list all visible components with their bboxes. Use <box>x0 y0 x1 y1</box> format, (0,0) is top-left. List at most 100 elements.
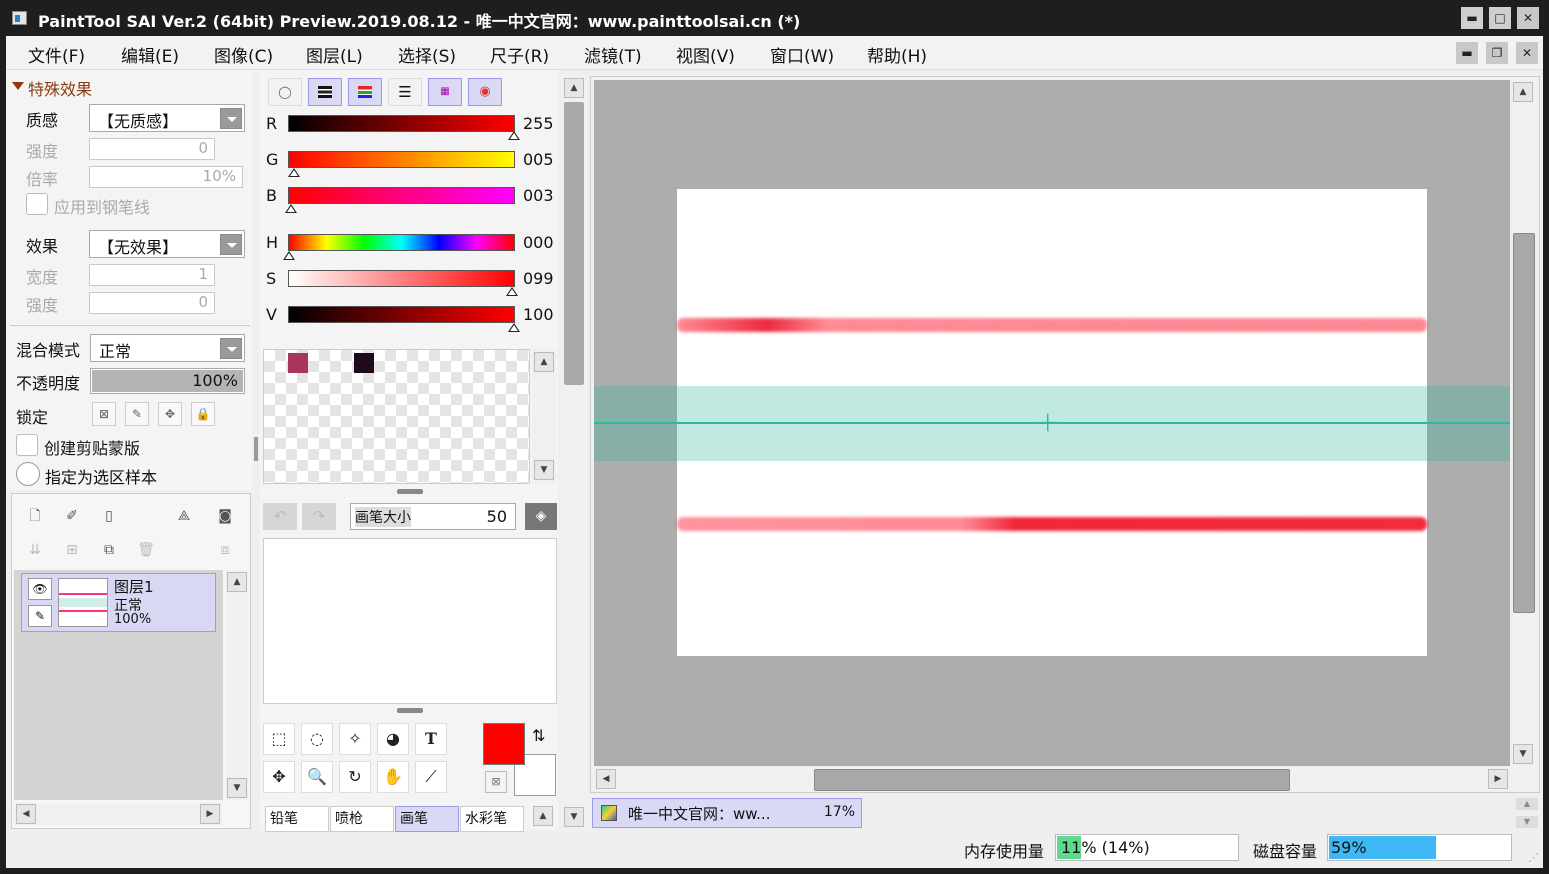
scroll-right-icon[interactable]: ▶ <box>200 804 220 824</box>
scroll-left-icon[interactable]: ◀ <box>16 804 36 824</box>
width-field[interactable]: 1 <box>89 264 215 286</box>
brush-settings-icon[interactable]: ◈ <box>525 503 557 530</box>
zoom-tool-icon[interactable]: 🔍 <box>301 761 333 793</box>
hand-tool-icon[interactable]: ✋ <box>377 761 409 793</box>
g-marker-icon[interactable] <box>287 168 300 177</box>
close-button[interactable]: ✕ <box>1517 7 1539 29</box>
r-slider[interactable] <box>288 115 515 132</box>
scroll-up-icon[interactable]: ▲ <box>227 572 247 592</box>
swatch[interactable] <box>288 353 308 373</box>
swap-colors-icon[interactable]: ⇅ <box>532 726 545 745</box>
opacity-slider[interactable]: 100% <box>90 368 245 394</box>
lock-all-icon[interactable]: 🔒 <box>191 402 215 426</box>
swatch-scrollbar[interactable]: ▲ ▼ <box>532 349 556 484</box>
rotate-tool-icon[interactable]: ↻ <box>339 761 371 793</box>
eye-icon[interactable]: 👁 <box>28 578 52 600</box>
scroll-thumb[interactable] <box>1513 233 1535 613</box>
mdi-restore-button[interactable]: ❐ <box>1486 42 1508 64</box>
h-slider[interactable] <box>288 234 515 251</box>
rect-select-tool-icon[interactable]: ⬚ <box>263 723 295 755</box>
layer-hscrollbar[interactable]: ◀ ▶ <box>14 803 222 825</box>
s-marker-icon[interactable] <box>505 287 518 296</box>
menu-file[interactable]: 文件(F) <box>28 42 85 67</box>
g-slider[interactable] <box>288 151 515 168</box>
splitter-handle[interactable] <box>397 489 423 494</box>
scratchpad-icon[interactable]: ◉ <box>468 78 502 106</box>
effect-dropdown[interactable]: 【无效果】 <box>89 230 245 258</box>
canvas-vscrollbar[interactable]: ▲ ▼ <box>1512 80 1536 766</box>
undo-icon[interactable]: ↶ <box>263 503 297 530</box>
tool-tab-airbrush[interactable]: 喷枪 <box>330 806 394 832</box>
menu-window[interactable]: 窗口(W) <box>770 42 834 67</box>
h-marker-icon[interactable] <box>283 251 295 260</box>
scroll-up-icon[interactable]: ▲ <box>534 352 554 372</box>
resize-grip-icon[interactable]: ⋰ <box>1528 851 1539 864</box>
tab-scroll-down-icon[interactable]: ▼ <box>1516 816 1538 828</box>
tool-tab-watercolor[interactable]: 水彩笔 <box>460 806 524 832</box>
layer-scrollbar[interactable]: ▲ ▼ <box>226 570 248 800</box>
mdi-close-button[interactable]: ✕ <box>1516 42 1538 64</box>
primary-color-swatch[interactable] <box>483 723 525 765</box>
scroll-left-icon[interactable]: ◀ <box>596 769 616 789</box>
scroll-up-icon[interactable]: ▲ <box>533 806 553 826</box>
scroll-down-icon[interactable]: ▼ <box>227 778 247 798</box>
scroll-thumb[interactable] <box>564 102 584 385</box>
color-wheel-icon[interactable]: ○ <box>268 78 302 106</box>
swatch[interactable] <box>354 353 374 373</box>
mdi-minimize-button[interactable]: ▬ <box>1456 42 1478 64</box>
scroll-down-icon[interactable]: ▼ <box>534 460 554 480</box>
texture-dropdown[interactable]: 【无质感】 <box>89 104 245 132</box>
panel-splitter[interactable] <box>254 437 258 461</box>
strength2-field[interactable]: 0 <box>89 292 215 314</box>
b-marker-icon[interactable] <box>285 204 298 213</box>
lock-transparency-icon[interactable]: ⊠ <box>92 402 116 426</box>
magic-wand-tool-icon[interactable]: ✧ <box>339 723 371 755</box>
panel-scrollbar[interactable]: ▲ ▼ <box>562 76 586 830</box>
document-tab[interactable]: 唯一中文官网：ww... 17% <box>592 798 862 828</box>
minimize-button[interactable]: ▬ <box>1461 7 1483 29</box>
hsv-slider-icon[interactable] <box>348 78 382 106</box>
scroll-down-icon[interactable]: ▼ <box>1513 744 1533 764</box>
clear-layer-icon[interactable]: ⧉ <box>97 538 121 562</box>
text-tool-icon[interactable]: T <box>415 723 447 755</box>
b-slider[interactable] <box>288 187 515 204</box>
new-layer-folder-icon[interactable]: ▯ <box>97 504 121 528</box>
collapse-triangle-icon[interactable] <box>12 82 24 90</box>
selection-sample-radio[interactable] <box>16 462 40 486</box>
scroll-up-icon[interactable]: ▲ <box>1513 82 1533 102</box>
redo-icon[interactable]: ↷ <box>302 503 336 530</box>
apply-pen-checkbox[interactable] <box>26 193 48 215</box>
lasso-tool-icon[interactable]: ◌ <box>301 723 333 755</box>
splitter-handle[interactable] <box>397 708 423 713</box>
menu-edit[interactable]: 编辑(E) <box>121 42 179 67</box>
menu-image[interactable]: 图像(C) <box>214 42 273 67</box>
scroll-right-icon[interactable]: ▶ <box>1488 769 1508 789</box>
menu-help[interactable]: 帮助(H) <box>867 42 927 67</box>
clip-mask-checkbox[interactable] <box>16 434 38 456</box>
brush-size-field[interactable]: 画笔大小 50 <box>350 503 516 530</box>
vector-layer-icon[interactable]: ⟁ <box>172 504 196 528</box>
menu-view[interactable]: 视图(V) <box>676 42 735 67</box>
move-tool-icon[interactable]: ✥ <box>263 761 295 793</box>
menu-select[interactable]: 选择(S) <box>398 42 456 67</box>
mixer-icon[interactable]: ☰ <box>388 78 422 106</box>
transfer-icon[interactable]: ⧈ <box>213 538 237 562</box>
scroll-up-icon[interactable]: ▲ <box>564 78 584 98</box>
swatches-icon[interactable]: ▦ <box>428 78 462 106</box>
canvas-hscrollbar[interactable]: ◀ ▶ <box>594 768 1510 792</box>
delete-layer-icon[interactable]: 🗑 <box>134 538 158 562</box>
mask-icon[interactable]: ◙ <box>213 504 237 528</box>
pencil-icon[interactable]: ✎ <box>28 605 52 627</box>
new-linework-layer-icon[interactable]: ✐ <box>60 504 84 528</box>
rgb-slider-icon[interactable] <box>308 78 342 106</box>
strength-field[interactable]: 0 <box>89 138 215 160</box>
s-slider[interactable] <box>288 270 515 287</box>
merge-down-icon[interactable]: ⇊ <box>23 538 47 562</box>
tool-tab-brush[interactable]: 画笔 <box>395 806 459 832</box>
blend-mode-dropdown[interactable]: 正常 <box>90 334 245 362</box>
layer-item[interactable]: 👁 ✎ 图层1 正常 100% <box>21 573 216 632</box>
shape-tool-icon[interactable]: ◕ <box>377 723 409 755</box>
tab-scroll-up-icon[interactable]: ▲ <box>1516 798 1538 810</box>
transparent-color-icon[interactable]: ⊠ <box>485 771 507 793</box>
scroll-thumb[interactable] <box>814 769 1290 791</box>
